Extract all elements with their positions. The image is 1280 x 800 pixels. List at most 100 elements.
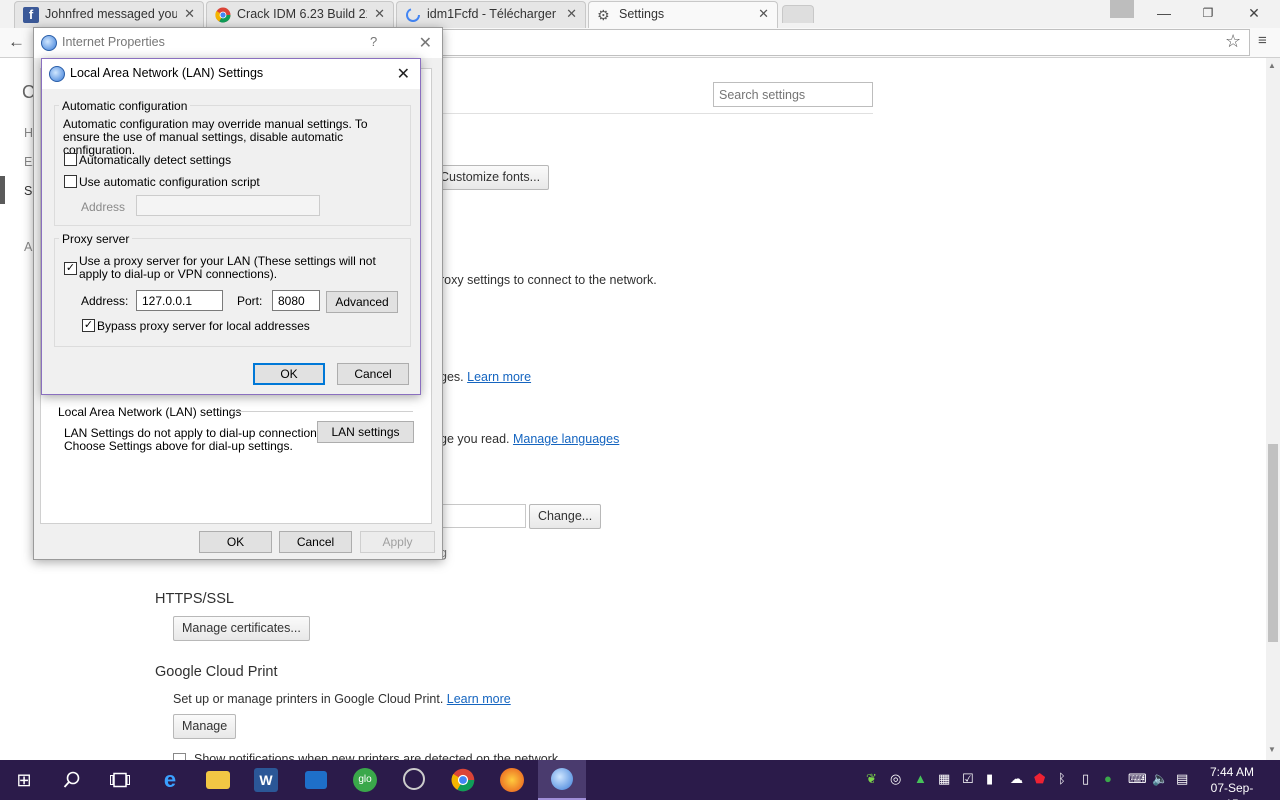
privacy-text: ges. Learn more [440,370,531,384]
gear-icon: ⚙ [597,7,610,23]
learn-more-link[interactable]: Learn more [467,370,531,384]
lan-settings-button[interactable]: LAN settings [317,421,414,443]
manage-languages-link[interactable]: Manage languages [513,432,619,446]
privacy-text-prefix: ges. [440,370,464,384]
nav-history[interactable]: H [24,126,33,140]
firefox-icon[interactable] [488,760,536,800]
star-bookmark-icon[interactable]: ☆ [1225,31,1241,52]
tab-title: Johnfred messaged you [45,7,177,21]
signal-icon[interactable]: ▮ [986,771,993,787]
loading-icon [405,7,421,23]
tab-idm-download[interactable]: idm1Fcfd - Télécharger - 4 ✕ [396,1,586,28]
tab-crack-idm[interactable]: Crack IDM 6.23 Build 21 Fi ✕ [206,1,394,28]
cloud-icon[interactable]: ☁ [1010,771,1023,787]
antivirus-icon[interactable]: ⬟ [1034,771,1045,787]
menu-icon[interactable]: ≡ [1258,32,1267,49]
edge-icon[interactable]: e [146,760,194,800]
bluetooth-icon[interactable]: ᛒ [1058,771,1066,786]
windows-taskbar: ⊞ e W glo ❦ ◎ ▲ ▦ ☑ ▮ ☁ ⬟ ᛒ ▯ ● ⌨ 🔈 ▤ 7:… [0,760,1280,800]
cancel-button[interactable]: Cancel [279,531,352,553]
glo-tray-icon[interactable]: ● [1104,771,1112,786]
help-icon[interactable]: ? [370,34,377,49]
search-settings-input[interactable] [713,82,873,107]
file-explorer-icon[interactable] [194,760,242,800]
divider [440,113,873,114]
app-icon[interactable] [292,760,340,800]
grid-icon[interactable]: ▦ [938,771,950,787]
cloud-print-learn-more-link[interactable]: Learn more [447,692,511,706]
use-proxy-label: Use a proxy server for your LAN (These s… [79,254,376,281]
download-location-input[interactable] [440,504,526,528]
close-icon[interactable]: ✕ [419,33,432,53]
bypass-local-checkbox[interactable]: ✓ [82,319,95,332]
lan-settings-dialog: Local Area Network (LAN) Settings ✕ Auto… [41,58,421,395]
close-icon[interactable]: ✕ [374,6,385,22]
checklist-icon[interactable]: ☑ [962,771,974,787]
proxy-server-label: Proxy server [59,232,133,246]
change-button[interactable]: Change... [529,504,602,529]
close-icon[interactable]: ✕ [566,6,577,22]
dialog-title: Internet Properties [62,35,165,49]
system-clock[interactable]: 7:44 AM 07-Sep-15 [1204,764,1260,800]
keyboard-icon[interactable]: ⌨ [1128,771,1147,787]
tab-title: idm1Fcfd - Télécharger - 4 [427,7,559,21]
notify-printers-checkbox[interactable] [173,753,186,760]
chrome-icon[interactable] [439,760,487,800]
internet-options-icon[interactable] [538,760,586,800]
cancel-button[interactable]: Cancel [337,363,409,385]
internet-options-icon [41,35,57,51]
notification-icon[interactable]: ▤ [1176,771,1188,787]
app-tray-icon[interactable]: ◎ [890,771,901,787]
triangle-icon[interactable]: ▲ [914,771,927,786]
search-icon[interactable] [48,760,96,800]
use-proxy-checkbox[interactable]: ✓ [64,262,77,275]
use-script-checkbox[interactable] [64,175,77,188]
scroll-up-arrow-icon[interactable]: ▲ [1268,61,1276,70]
close-icon[interactable]: ✕ [184,6,195,22]
ok-button[interactable]: OK [253,363,325,385]
tab-settings[interactable]: ⚙ Settings ✕ [588,1,778,28]
clock-date: 07-Sep-15 [1210,781,1254,800]
close-icon[interactable]: ✕ [397,64,410,84]
scrollbar-thumb[interactable] [1268,444,1278,642]
page-scrollbar[interactable] [1266,58,1280,760]
user-profile-icon[interactable] [1110,0,1134,18]
customize-fonts-button[interactable]: Customize fonts... [431,165,550,190]
cloud-print-heading: Google Cloud Print [155,664,278,680]
close-icon[interactable]: ✕ [758,6,769,22]
advanced-button[interactable]: Advanced [326,291,398,313]
app-icon-2[interactable] [390,760,438,800]
auto-detect-label: Automatically detect settings [79,153,232,167]
start-icon[interactable]: ⊞ [0,760,48,800]
minimize-icon[interactable]: — [1142,0,1186,26]
new-tab-button[interactable] [782,5,814,23]
auto-detect-checkbox[interactable] [64,153,77,166]
back-arrow-icon[interactable]: ← [8,32,25,52]
task-view-icon[interactable] [96,760,144,800]
scroll-down-arrow-icon[interactable]: ▼ [1268,745,1276,754]
leaf-icon[interactable]: ❦ [866,771,877,787]
word-icon[interactable]: W [242,760,290,800]
close-window-icon[interactable]: ✕ [1232,0,1276,26]
tab-title: Settings [619,7,665,21]
proxy-port-input[interactable] [272,290,320,311]
bypass-local-label: Bypass proxy server for local addresses [97,319,310,333]
proxy-address-input[interactable] [136,290,223,311]
clock-time: 7:44 AM [1209,765,1255,779]
volume-icon[interactable]: 🔈 [1152,771,1168,787]
manage-button[interactable]: Manage [173,714,237,739]
facebook-icon: f [23,7,39,23]
cloud-print-description: Set up or manage printers in Google Clou… [173,692,444,706]
glo-icon[interactable]: glo [341,760,389,800]
manage-certificates-button[interactable]: Manage certificates... [173,616,310,641]
proxy-address-label: Address: [81,294,129,308]
ok-button[interactable]: OK [199,531,272,553]
restore-icon[interactable]: ❐ [1186,0,1230,26]
script-address-input[interactable] [136,195,320,216]
https-ssl-heading: HTTPS/SSL [155,591,234,607]
apply-button[interactable]: Apply [360,531,435,553]
address-bar[interactable] [440,29,1250,56]
dialog-titlebar: Local Area Network (LAN) Settings ✕ [42,59,420,89]
battery-icon[interactable]: ▯ [1082,771,1089,787]
tab-facebook[interactable]: f Johnfred messaged you ✕ [14,1,204,28]
